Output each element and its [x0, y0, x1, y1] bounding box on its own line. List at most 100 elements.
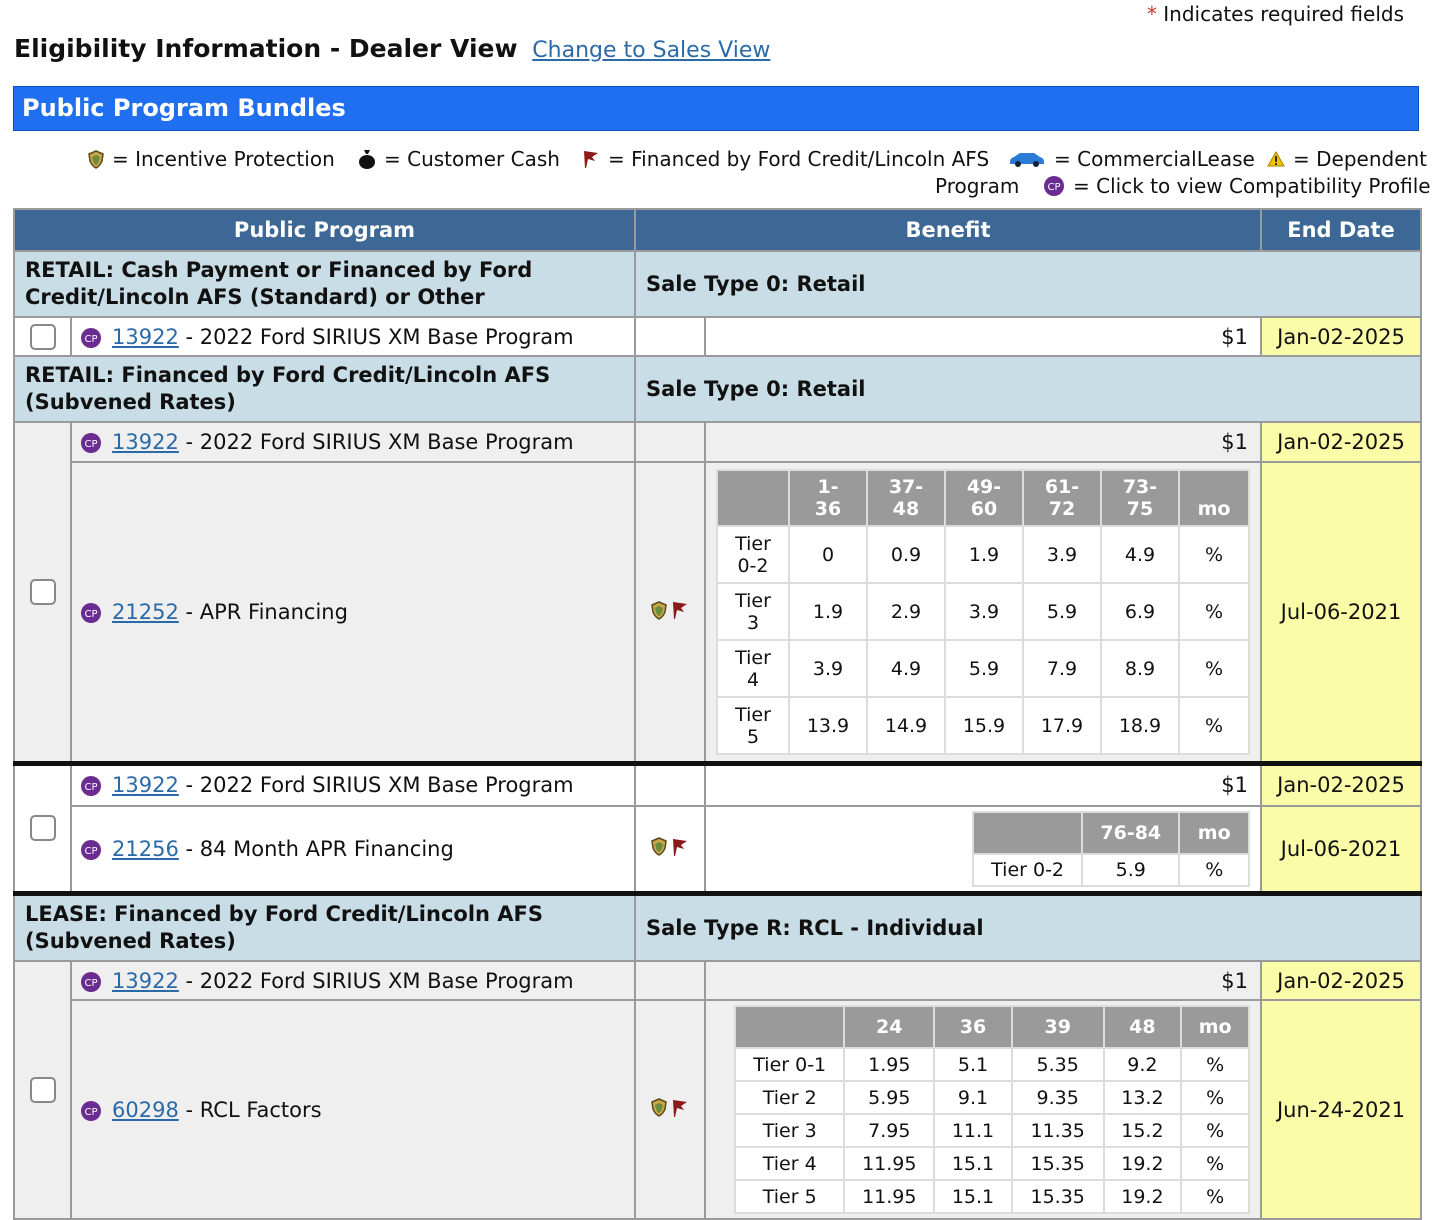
rate-value: 11.35 — [1010, 1113, 1105, 1148]
cp-badge-text: CP — [84, 439, 97, 450]
cp-badge-icon[interactable]: CP — [80, 602, 102, 624]
rcl-rate-table: 24 36 39 48 mo Tier 0-1 1.95 5.1 5.35 9.… — [734, 1005, 1251, 1214]
rate-unit: % — [1180, 1080, 1251, 1115]
cp-badge-icon[interactable]: CP — [80, 839, 102, 861]
legend-financed-label: = Financed by Ford Credit/Lincoln AFS — [608, 147, 990, 171]
cp-badge-icon[interactable]: CP — [80, 971, 102, 993]
legend-incentive-protection-label: = Incentive Protection — [112, 147, 335, 171]
rate-value: 18.9 — [1100, 696, 1180, 755]
rate-value: 4.9 — [1100, 525, 1180, 584]
program-row: CP 13922 - 2022 Ford SIRIUS XM Base Progr… — [13, 316, 1423, 357]
rate-value: 8.9 — [1100, 639, 1180, 698]
select-checkbox[interactable] — [29, 1077, 56, 1103]
rate-term-header: 1- 36 — [788, 469, 868, 527]
icons-cell — [634, 421, 706, 463]
legend-customer-cash-label: = Customer Cash — [384, 147, 560, 171]
program-link[interactable]: 60298 — [112, 1098, 179, 1122]
sale-type: Sale Type 0: Retail — [633, 250, 1423, 318]
program-cell: CP 21256 - 84 Month APR Financing — [70, 804, 636, 894]
program-row: CP 13922 - 2022 Ford SIRIUS XM Base Progr… — [13, 960, 1423, 1220]
cp-badge-icon[interactable]: CP — [80, 432, 102, 454]
rate-cell: 76-84 mo Tier 0-2 5.9 % — [703, 804, 1263, 894]
rate-value: 15.2 — [1102, 1113, 1183, 1148]
program-link[interactable]: 13922 — [112, 325, 179, 349]
end-date: Jan-02-2025 — [1260, 960, 1423, 1001]
rate-row: Tier 0-2 0 0.9 1.9 3.9 4.9 % — [716, 525, 1250, 584]
select-checkbox[interactable] — [29, 815, 56, 842]
rate-value: 9.1 — [933, 1080, 1013, 1115]
rate-header-blank — [716, 469, 790, 527]
program-link[interactable]: 21256 — [112, 837, 179, 861]
sale-type: Sale Type 0: Retail — [633, 355, 1423, 423]
tier-label: Tier 5 — [716, 696, 790, 755]
term-line-2: 48 — [892, 498, 920, 520]
rate-value: 17.9 — [1022, 696, 1102, 755]
required-text: Indicates required fields — [1163, 2, 1404, 26]
term-line-2: 60 — [970, 498, 998, 520]
legend-incentive-protection: = Incentive Protection — [88, 146, 335, 172]
change-view-link[interactable]: Change to Sales View — [532, 38, 770, 63]
rate-value: 19.2 — [1102, 1179, 1183, 1214]
rate-value: 5.9 — [1081, 852, 1181, 887]
cp-badge-icon[interactable]: CP — [80, 327, 102, 349]
rate-value: 11.1 — [933, 1113, 1013, 1148]
col-public-program: Public Program — [13, 208, 636, 252]
rate-term-header: 39 — [1010, 1005, 1105, 1049]
legend-compat-label: = Click to view Compatibility Profile — [1073, 174, 1431, 198]
icons-cell — [634, 761, 706, 807]
program-link[interactable]: 13922 — [112, 773, 179, 797]
rate-row: Tier 5 11.95 15.1 15.35 19.2 % — [734, 1179, 1251, 1214]
tier-label: Tier 4 — [716, 639, 790, 698]
rate-row: Tier 0-1 1.95 5.1 5.35 9.2 % — [734, 1047, 1251, 1082]
tier-label: Tier 5 — [734, 1179, 846, 1214]
tier-label: Tier 4 — [734, 1146, 846, 1181]
icons-cell — [634, 960, 706, 1001]
rate-value: 9.35 — [1010, 1080, 1105, 1115]
legend-compat: CP = Click to view Compatibility Profile — [1043, 173, 1431, 203]
rate-value: 11.95 — [843, 1146, 936, 1181]
rate-unit: % — [1178, 696, 1250, 755]
col-benefit: Benefit — [633, 208, 1263, 252]
rate-header-blank — [734, 1005, 846, 1049]
rate-value: 5.95 — [843, 1080, 936, 1115]
program-link[interactable]: 21252 — [112, 600, 179, 624]
page-title-text: Eligibility Information - Dealer View — [14, 34, 518, 63]
rate-row: Tier 3 1.9 2.9 3.9 5.9 6.9 % — [716, 582, 1250, 641]
required-star: * — [1146, 2, 1157, 26]
program-link[interactable]: 13922 — [112, 430, 179, 454]
shield-icon — [651, 600, 667, 620]
tier-label: Tier 0-1 — [734, 1047, 846, 1082]
rate-term-header: 73- 75 — [1100, 469, 1180, 527]
tier-line-1: Tier — [735, 532, 771, 555]
rate-value: 13.2 — [1102, 1080, 1183, 1115]
program-name: - 2022 Ford SIRIUS XM Base Program — [178, 324, 574, 349]
select-checkbox[interactable] — [29, 579, 56, 605]
money-bag-icon — [358, 149, 376, 169]
rate-value: 4.9 — [866, 639, 946, 698]
section-title: RETAIL: Financed by Ford Credit/Lincoln … — [13, 355, 636, 423]
tier-label: Tier 3 — [716, 582, 790, 641]
cp-badge-icon[interactable]: CP — [80, 1100, 102, 1122]
rate-value: 7.95 — [843, 1113, 936, 1148]
program-name: - 2022 Ford SIRIUS XM Base Program — [178, 968, 574, 993]
section-title: RETAIL: Cash Payment or Financed by Ford… — [13, 250, 636, 318]
legend-dependent-label: = Dependent — [1293, 147, 1428, 171]
select-checkbox-cell — [13, 761, 72, 894]
tier-line-1: Tier — [735, 646, 771, 669]
flag-icon — [671, 600, 689, 620]
term-line-2: 75 — [1126, 498, 1154, 520]
car-icon — [1008, 150, 1046, 168]
rate-row: Tier 0-2 5.9 % — [972, 852, 1251, 887]
cp-badge-text: CP — [1047, 182, 1060, 193]
rate-value: 19.2 — [1102, 1146, 1183, 1181]
term-line-2: 36 — [814, 498, 842, 520]
cp-badge-icon[interactable]: CP — [80, 775, 102, 797]
select-checkbox[interactable] — [29, 323, 56, 350]
program-link[interactable]: 13922 — [112, 969, 179, 993]
rate-unit-header: mo — [1178, 469, 1250, 527]
tier-label: Tier 0-2 — [716, 525, 790, 584]
rate-value: 15.9 — [944, 696, 1024, 755]
term-line-1: 37- — [888, 476, 924, 498]
select-checkbox-cell — [13, 421, 72, 765]
term-line-1: 61- — [1044, 476, 1080, 498]
